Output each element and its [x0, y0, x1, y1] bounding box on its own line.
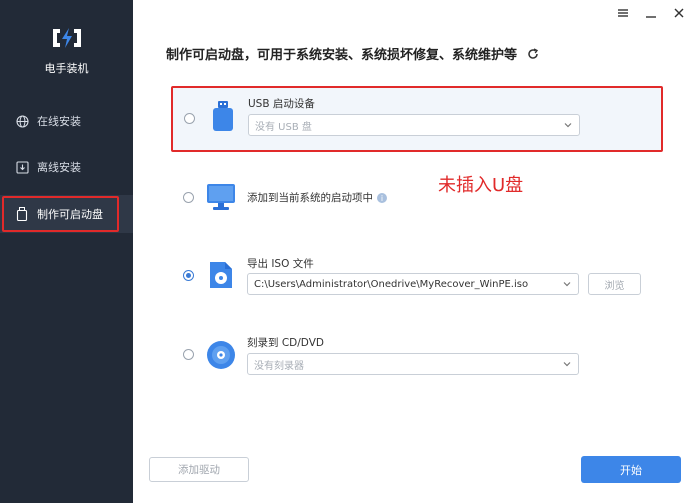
menu-icon[interactable] — [616, 6, 630, 20]
usb-device-select[interactable]: 没有 USB 盘 — [248, 114, 580, 136]
minimize-icon[interactable] — [644, 6, 658, 20]
monitor-icon — [206, 183, 236, 215]
iso-option-label: 导出 ISO 文件 — [247, 258, 314, 270]
app-name: 电手装机 — [44, 62, 89, 75]
burner-select[interactable]: 没有刻录器 — [247, 353, 579, 375]
chevron-down-icon — [563, 120, 573, 133]
iso-path-value: C:\Users\Administrator\Onedrive\MyRecove… — [254, 278, 529, 290]
start-button[interactable]: 开始 — [581, 456, 681, 483]
app-logo: 电手装机 — [0, 26, 133, 76]
sidebar-item-label: 制作可启动盘 — [37, 208, 103, 221]
window-controls — [616, 6, 686, 20]
boot-menu-radio[interactable] — [183, 192, 194, 203]
option-usb-device: USB 启动设备 没有 USB 盘 — [171, 86, 663, 152]
usb-drive-icon — [210, 101, 236, 137]
annotation-text: 未插入U盘 — [438, 175, 524, 196]
usb-option-label: USB 启动设备 — [248, 98, 315, 110]
sidebar-item-label: 在线安装 — [37, 115, 81, 128]
add-driver-button[interactable]: 添加驱动 — [149, 457, 249, 482]
usb-radio[interactable] — [184, 113, 195, 124]
iso-radio[interactable] — [183, 270, 194, 281]
cd-dvd-option-label: 刻录到 CD/DVD — [247, 337, 324, 349]
page-title: 制作可启动盘，可用于系统安装、系统损坏修复、系统维护等 — [166, 44, 539, 63]
sidebar-item-offline-install[interactable]: 离线安装 — [0, 148, 133, 186]
burner-select-value: 没有刻录器 — [254, 360, 304, 372]
iso-path-select[interactable]: C:\Users\Administrator\Onedrive\MyRecove… — [247, 273, 579, 295]
boot-menu-option: 添加到当前系统的启动项中 i — [247, 190, 387, 205]
globe-icon — [15, 114, 29, 128]
sidebar-item-online-install[interactable]: 在线安装 — [0, 102, 133, 140]
sidebar-item-label: 离线安装 — [37, 161, 81, 174]
download-icon — [15, 160, 29, 174]
close-icon[interactable] — [672, 6, 686, 20]
page-title-text: 制作可启动盘，可用于系统安装、系统损坏修复、系统维护等 — [166, 48, 518, 63]
usb-drive-icon — [15, 207, 29, 221]
boot-menu-label: 添加到当前系统的启动项中 — [247, 192, 373, 204]
chevron-down-icon — [562, 359, 572, 372]
browse-button[interactable]: 浏览 — [588, 273, 641, 295]
logo-icon — [50, 26, 84, 54]
info-icon[interactable]: i — [377, 193, 387, 203]
usb-select-value: 没有 USB 盘 — [255, 121, 312, 133]
iso-file-icon — [208, 260, 234, 294]
sidebar-item-bootable-disk[interactable]: 制作可启动盘 — [0, 195, 133, 233]
disc-icon — [206, 340, 236, 374]
cd-dvd-radio[interactable] — [183, 349, 194, 360]
chevron-down-icon — [562, 279, 572, 292]
refresh-icon[interactable] — [527, 47, 539, 60]
sidebar: 电手装机 在线安装 离线安装 制作可启动盘 — [0, 0, 133, 503]
